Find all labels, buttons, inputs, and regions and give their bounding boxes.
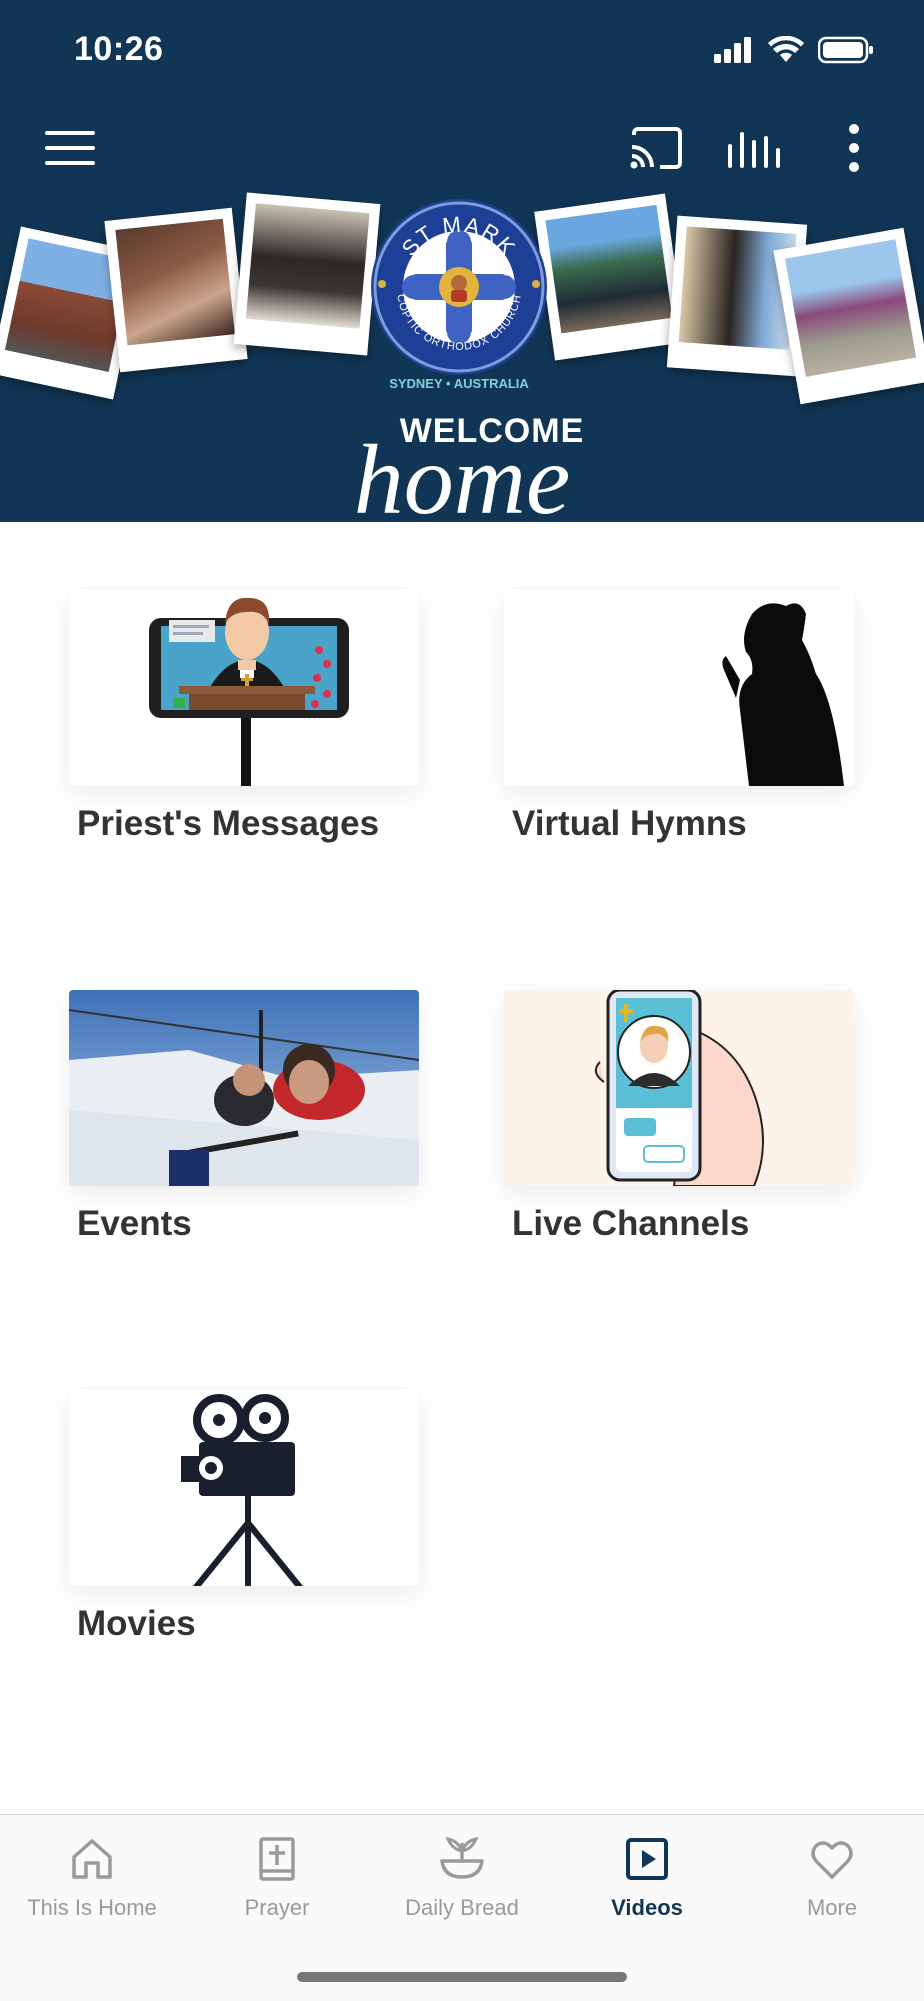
nav-label: More [806, 1895, 858, 1920]
logo-location-text: SYDNEY • AUSTRALIA [389, 376, 529, 391]
menu-button[interactable] [40, 118, 100, 178]
card-image [504, 990, 854, 1186]
nav-label: Prayer [244, 1895, 310, 1920]
card-image [69, 1390, 419, 1586]
app-header: 10:26 ST MARK COPTIC ORTHODOX CHURCH SYD… [0, 0, 924, 522]
home-icon [72, 1839, 112, 1879]
card-virtual-hymns[interactable]: Virtual Hymns [504, 590, 854, 844]
battery-icon [818, 36, 873, 64]
card-label: Virtual Hymns [512, 804, 747, 843]
menu-icon [45, 131, 95, 165]
photo-group-cheering [104, 207, 248, 373]
card-events[interactable]: Events [69, 990, 419, 1244]
more-options-button[interactable] [824, 118, 884, 178]
nav-item-daily-bread[interactable]: Daily Bread [370, 1815, 554, 1945]
photo-outdoor-event [773, 227, 924, 405]
cast-button[interactable] [626, 118, 686, 178]
card-image [504, 590, 854, 786]
church-logo: ST MARK COPTIC ORTHODOX CHURCH SYDNEY • … [364, 192, 554, 392]
nav-label: This Is Home [27, 1895, 157, 1920]
card-label: Live Channels [512, 1204, 750, 1243]
play-square-icon [626, 1838, 668, 1880]
nav-item-this-is-home[interactable]: This Is Home [0, 1815, 184, 1945]
nav-label: Videos [611, 1895, 683, 1920]
card-live-channels[interactable]: Live Channels [504, 990, 854, 1244]
more-vert-icon [849, 124, 859, 172]
card-priests-messages[interactable]: Priest's Messages [69, 590, 419, 844]
status-icons [714, 36, 874, 64]
cast-icon [630, 127, 682, 169]
photo-youth-group [534, 193, 686, 361]
equalizer-icon [728, 132, 780, 168]
equalizer-button[interactable] [724, 118, 784, 178]
home-indicator[interactable] [297, 1972, 627, 1982]
signal-icon [714, 37, 751, 63]
card-image [69, 990, 419, 1186]
card-label: Movies [77, 1604, 196, 1643]
nav-item-more[interactable]: More [740, 1815, 924, 1945]
photo-clergy-gathering [233, 192, 381, 356]
bible-icon [259, 1837, 295, 1881]
card-label: Events [77, 1204, 192, 1243]
wifi-icon [768, 36, 804, 62]
wheat-bowl-icon [440, 1836, 484, 1879]
nav-label: Daily Bread [405, 1895, 519, 1920]
nav-item-prayer[interactable]: Prayer [185, 1815, 369, 1945]
card-label: Priest's Messages [77, 804, 380, 843]
welcome-home-text: home [353, 424, 571, 523]
nav-item-videos[interactable]: Videos [555, 1815, 739, 1945]
card-movies[interactable]: Movies [69, 1390, 419, 1644]
status-time: 10:26 [74, 30, 164, 68]
heart-icon [811, 1841, 853, 1879]
card-image [69, 590, 419, 786]
